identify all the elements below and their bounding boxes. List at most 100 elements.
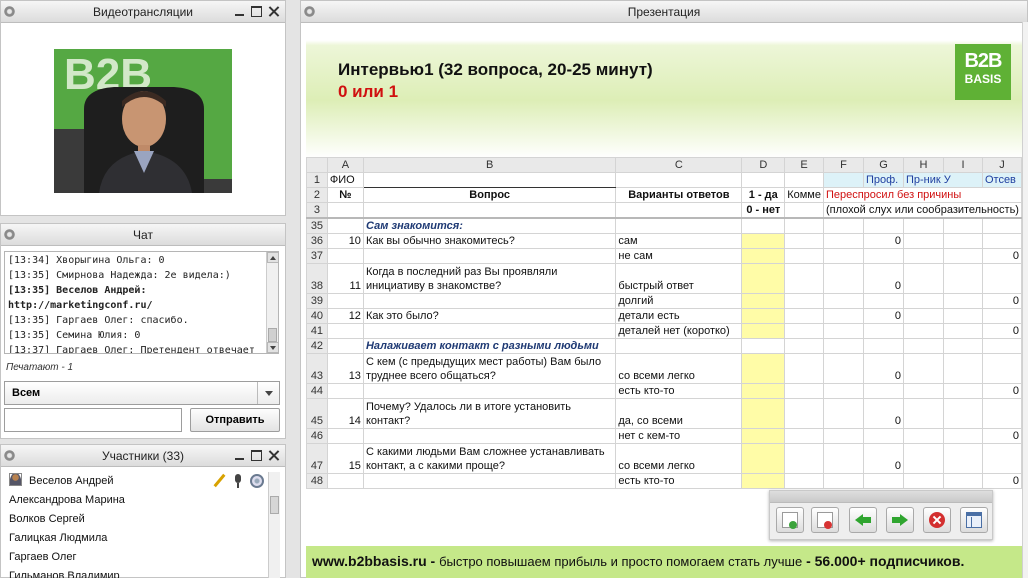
col-letter: F <box>822 157 864 173</box>
participant-row[interactable]: Галицкая Людмила <box>4 529 280 548</box>
cell-comment <box>784 323 824 339</box>
cell-question <box>362 293 617 309</box>
cell <box>902 398 945 429</box>
cell-otsev-score <box>981 398 1022 429</box>
cell-answer: деталей нет (коротко) <box>615 323 743 339</box>
cell-question: С какими людьми Вам сложнее устанавливат… <box>362 443 617 474</box>
cell-answer: долгий <box>615 293 743 309</box>
close-icon[interactable] <box>268 6 279 17</box>
chat-scrollbar[interactable] <box>266 252 278 353</box>
cell-yes-no <box>741 217 786 234</box>
cell-note: (плохой слух или сообразительность) <box>822 202 1022 219</box>
participant-row[interactable]: Гильманов Владимир <box>4 567 280 578</box>
chat-link[interactable]: http://marketingconf.ru/ <box>8 298 264 313</box>
previous-slide-button[interactable] <box>849 507 877 533</box>
chevron-down-icon[interactable] <box>257 382 279 404</box>
cell <box>902 308 945 324</box>
row-number: 39 <box>306 293 328 309</box>
presentation-panel-header: Презентация <box>301 1 1027 23</box>
chat-log[interactable]: [13:34] Хворыгина Ольга: 0 [13:35] Смирн… <box>4 251 279 354</box>
microphone-icon[interactable] <box>231 474 245 488</box>
maximize-icon[interactable] <box>251 6 262 17</box>
participant-row[interactable]: Волков Сергей <box>4 510 280 529</box>
row-number: 48 <box>306 473 328 489</box>
participants-scrollbar[interactable] <box>268 472 280 578</box>
cell-otsev-score <box>981 338 1022 354</box>
delete-page-button[interactable] <box>811 507 839 533</box>
chat-message: [13:35] Семина Юлия: 0 <box>8 330 141 341</box>
cell-yes-no <box>741 233 786 249</box>
cell <box>902 263 945 294</box>
cell-otsev-score <box>981 353 1022 384</box>
table-row: 3 0 - нет (плохой слух или сообразительн… <box>306 202 1022 219</box>
presentation-scrollbar[interactable] <box>1022 22 1028 578</box>
gear-icon[interactable] <box>4 450 15 461</box>
cell <box>902 323 945 339</box>
next-slide-button[interactable] <box>886 507 914 533</box>
b2b-basis-logo: B2B BASIS <box>955 44 1011 100</box>
recipient-select[interactable]: Всем <box>4 381 280 405</box>
add-page-button[interactable] <box>776 507 804 533</box>
cell <box>943 353 983 384</box>
cell <box>902 233 945 249</box>
video-panel-header: Видеотрансляции <box>1 1 285 23</box>
cell <box>902 338 945 354</box>
row-number: 43 <box>306 353 328 384</box>
gear-icon[interactable] <box>304 6 315 17</box>
cell <box>943 398 983 429</box>
scroll-thumb[interactable] <box>268 328 277 342</box>
chat-message: [13:35] Веселов Андрей: <box>8 285 147 296</box>
table-row: 39 долгий 0 <box>306 293 1022 309</box>
cell <box>822 398 864 429</box>
table-row: 36 10 Как вы обычно знакомитесь? сам 0 <box>306 233 1022 249</box>
minimize-icon[interactable] <box>234 6 245 17</box>
scroll-down-icon[interactable] <box>267 342 278 353</box>
cell-fio-line <box>362 172 617 188</box>
slide-subtitle: 0 или 1 <box>338 82 399 101</box>
scroll-thumb[interactable] <box>270 496 279 514</box>
cell-question-number <box>326 217 364 234</box>
participant-row[interactable]: Веселов Андрей <box>4 472 280 491</box>
cell-otsev-score <box>981 443 1022 474</box>
gear-icon[interactable] <box>4 6 15 17</box>
cell <box>943 473 983 489</box>
cell-yes-no <box>741 293 786 309</box>
maximize-icon[interactable] <box>251 450 262 461</box>
table-row: 46 нет с кем-то 0 <box>306 428 1022 444</box>
chat-message-input[interactable] <box>4 408 182 432</box>
col-letter: J <box>981 157 1022 173</box>
participant-row[interactable]: Александрова Марина <box>4 491 280 510</box>
cell-answer: детали есть <box>615 308 743 324</box>
send-button[interactable]: Отправить <box>190 408 280 432</box>
row-number: 45 <box>306 398 328 429</box>
cell-question-number <box>326 428 364 444</box>
table-row: 37 не сам 0 <box>306 248 1022 264</box>
cell <box>943 443 983 474</box>
cell <box>615 202 743 219</box>
participant-name: Гильманов Владимир <box>9 570 120 578</box>
chat-panel-header: Чат <box>1 224 285 246</box>
minimize-icon[interactable] <box>234 450 245 461</box>
participant-name: Гаргаев Олег <box>9 551 77 563</box>
cell-yes-no <box>741 473 786 489</box>
close-presentation-button[interactable] <box>923 507 951 533</box>
cell-otsev-score <box>981 233 1022 249</box>
cell-question-number <box>326 293 364 309</box>
toolbar-drag-handle[interactable] <box>770 491 992 503</box>
pen-icon[interactable] <box>212 474 226 488</box>
participant-name: Александрова Марина <box>9 494 125 506</box>
cell-question-number: 14 <box>326 398 364 429</box>
table-row: 44 есть кто-то 0 <box>306 383 1022 399</box>
gear-icon[interactable] <box>4 229 15 240</box>
cell-otsev: Отсев <box>981 172 1022 188</box>
cell-yes-no <box>741 308 786 324</box>
webcam-video: B2B <box>54 49 232 193</box>
participant-row[interactable]: Гаргаев Олег <box>4 548 280 567</box>
close-icon[interactable] <box>268 450 279 461</box>
scroll-up-icon[interactable] <box>267 252 278 263</box>
row-number: 1 <box>306 172 328 188</box>
cell <box>943 338 983 354</box>
layout-button[interactable] <box>960 507 988 533</box>
webcam-icon[interactable] <box>250 474 264 488</box>
cell <box>822 217 864 234</box>
